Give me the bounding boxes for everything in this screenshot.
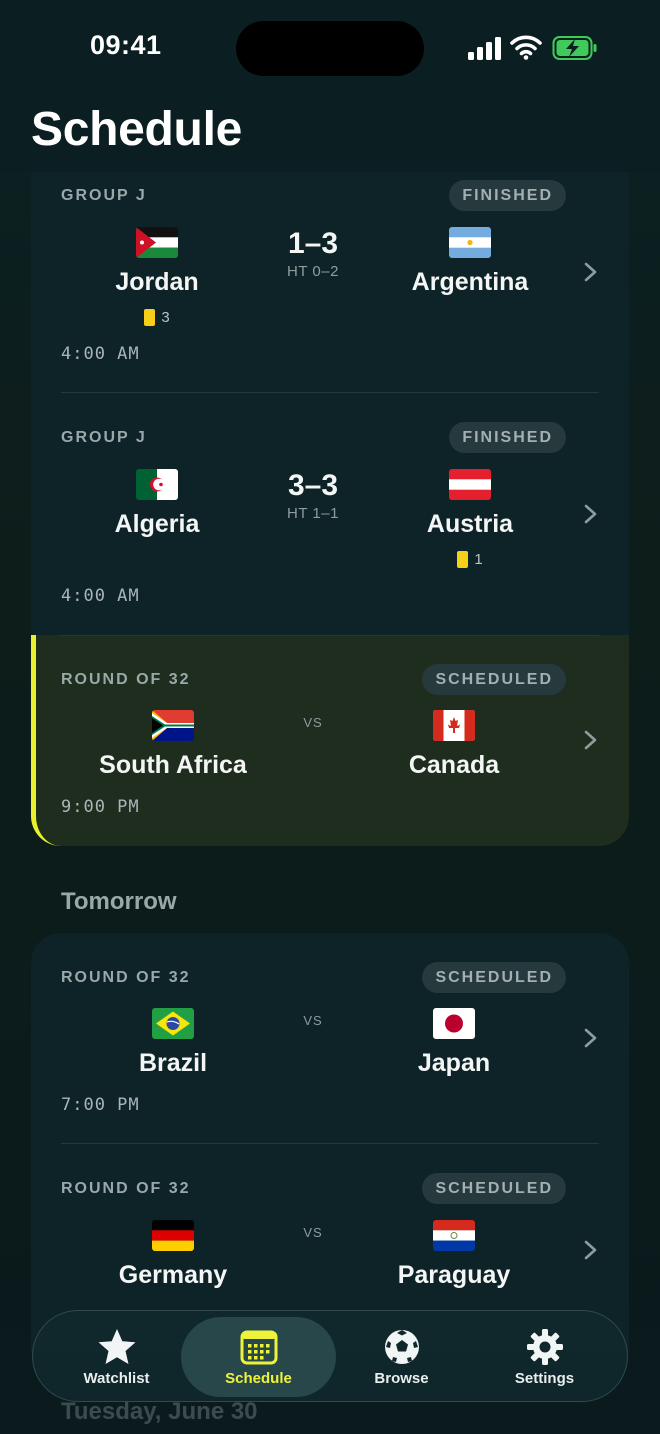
match-row[interactable]: ROUND OF 32 SCHEDULED Brazil VS Japan 7:… [31,933,629,1143]
tab-browse[interactable]: Browse [324,1317,479,1397]
away-team-name: Paraguay [397,1261,511,1289]
halftime-score: HT 0–2 [287,263,339,280]
germany-flag-icon [152,1220,194,1251]
today-matches-card: GROUP J FINISHED Jordan 3 1–3 HT 0–2 Arg… [31,172,629,635]
tab-label: Browse [374,1370,429,1387]
day-section-header: Tomorrow [61,888,177,915]
away-team-name: Austria [426,510,514,538]
home-team-name: Germany [118,1261,228,1289]
yellow-card-number: 1 [474,551,483,568]
tab-schedule[interactable]: Schedule [181,1317,336,1397]
navigation-header: Schedule [0,96,660,172]
match-stage: ROUND OF 32 [61,1180,191,1197]
tab-bar: Watchlist Schedule Browse Settings [32,1310,628,1402]
status-time: 09:41 [90,30,162,60]
dynamic-island [236,21,424,76]
argentina-flag-icon [449,227,491,258]
status-badge: SCHEDULED [422,962,566,993]
chevron-right-icon [584,504,597,524]
star-icon [98,1329,135,1364]
yellow-card-count: 3 [57,309,257,326]
jordan-flag-icon [136,227,178,258]
tab-settings[interactable]: Settings [467,1317,622,1397]
gear-icon [526,1329,563,1365]
austria-flag-icon [449,469,491,500]
halftime-score: HT 1–1 [287,505,339,522]
away-team-name: Argentina [411,268,529,296]
status-bar: 09:41 [0,0,660,96]
tab-watchlist[interactable]: Watchlist [39,1317,194,1397]
chevron-right-icon [584,262,597,282]
highlighted-match-card[interactable]: ROUND OF 32 SCHEDULED South Africa VS Ca… [31,635,629,846]
final-score: 3–3 [287,469,339,502]
kickoff-time: 9:00 PM [61,797,140,817]
japan-flag-icon [433,1008,475,1039]
home-team-name: Jordan [115,268,199,296]
battery-charging-icon [552,36,597,60]
home-team-name: Brazil [138,1049,208,1077]
away-team: Canada [354,710,554,780]
versus-label: VS [303,1225,323,1240]
home-team-name: South Africa [99,751,247,779]
home-team: Brazil [73,1008,273,1078]
match-stage: GROUP J [61,187,147,204]
away-team: Japan [354,1008,554,1078]
soccer-ball-icon [384,1330,419,1364]
schedule-scroll-view[interactable]: GROUP J FINISHED Jordan 3 1–3 HT 0–2 Arg… [0,0,660,1434]
yellow-card-icon [457,551,469,568]
south-africa-flag-icon [152,710,194,741]
match-stage: ROUND OF 32 [61,969,191,986]
versus-label: VS [303,715,323,730]
away-team-name: Canada [408,751,500,779]
yellow-card-number: 3 [161,309,170,326]
algeria-flag-icon [136,469,178,500]
match-score: 3–3 HT 1–1 [253,469,373,522]
match-row[interactable]: GROUP J FINISHED Algeria 3–3 HT 1–1 Aust… [31,414,629,634]
calendar-icon [240,1330,277,1365]
tab-label: Schedule [225,1370,292,1387]
tab-label: Watchlist [83,1370,150,1387]
home-team: South Africa [73,710,273,780]
wifi-icon [510,35,542,60]
final-score: 1–3 [287,227,339,260]
status-badge: SCHEDULED [422,1173,566,1204]
away-team: Paraguay [354,1220,554,1290]
home-team-name: Algeria [114,510,200,538]
tomorrow-matches-card: ROUND OF 32 SCHEDULED Brazil VS Japan 7:… [31,933,629,1353]
chevron-right-icon [584,1240,597,1260]
kickoff-time: 7:00 PM [61,1095,140,1115]
kickoff-time: 4:00 AM [61,586,140,606]
match-row[interactable]: GROUP J FINISHED Jordan 3 1–3 HT 0–2 Arg… [31,172,629,392]
paraguay-flag-icon [433,1220,475,1251]
status-badge: FINISHED [449,422,566,453]
row-divider [61,635,599,636]
match-score: 1–3 HT 0–2 [253,227,373,280]
away-team: Argentina [370,227,570,297]
brazil-flag-icon [152,1008,194,1039]
cellular-signal-icon [468,36,502,60]
match-stage: ROUND OF 32 [61,671,191,688]
row-divider [61,392,599,393]
away-team: Austria 1 [370,469,570,568]
status-badge: FINISHED [449,180,566,211]
chevron-right-icon [584,1028,597,1048]
canada-flag-icon [433,710,475,741]
home-team: Germany [73,1220,273,1290]
versus-label: VS [303,1013,323,1028]
tab-label: Settings [514,1370,575,1387]
yellow-card-count: 1 [370,551,570,568]
status-badge: SCHEDULED [422,664,566,695]
page-title: Schedule [31,103,242,156]
home-team: Algeria [57,469,257,539]
match-stage: GROUP J [61,429,147,446]
day-section-header: Tuesday, June 30 [61,1398,258,1425]
home-team: Jordan 3 [57,227,257,326]
away-team-name: Japan [417,1049,491,1077]
kickoff-time: 4:00 AM [61,344,140,364]
yellow-card-icon [144,309,156,326]
chevron-right-icon [584,730,597,750]
